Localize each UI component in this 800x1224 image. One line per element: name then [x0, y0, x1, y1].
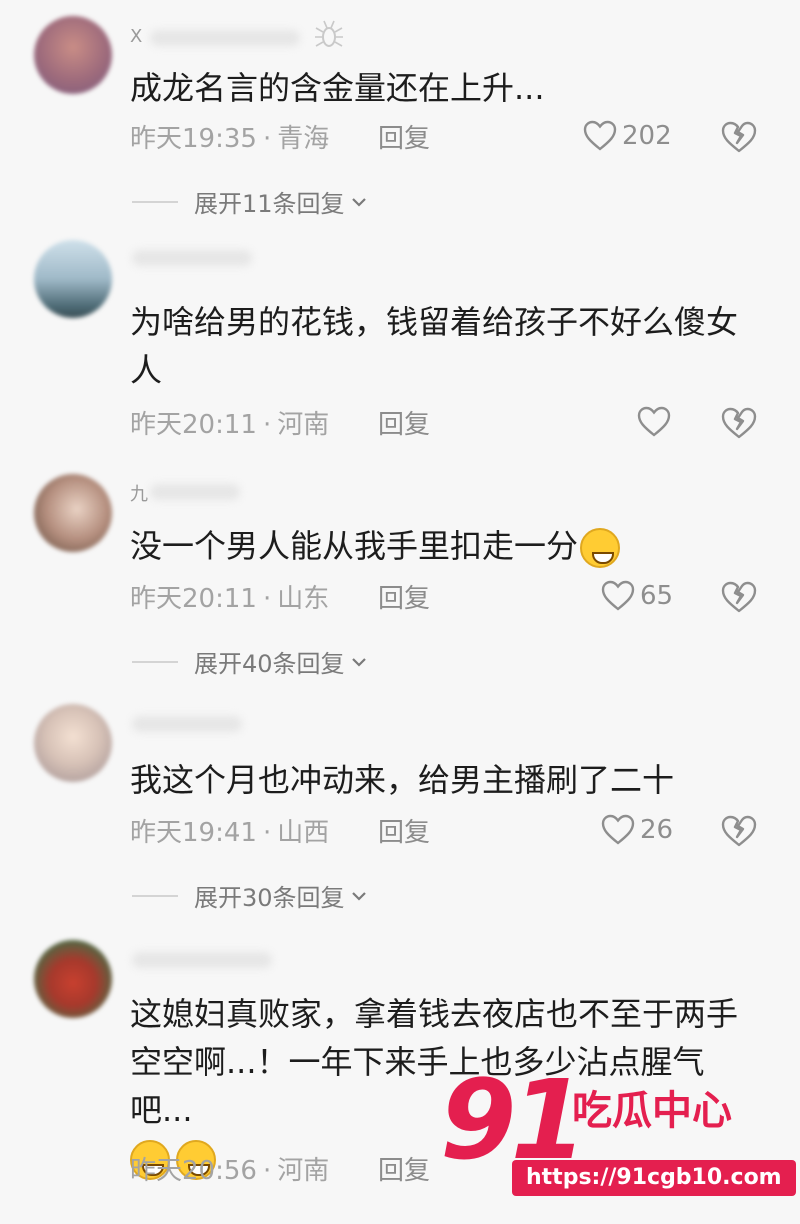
chevron-down-icon [351, 197, 366, 207]
expand-replies-button[interactable]: 展开40条回复 [132, 644, 369, 679]
like-count: 65 [640, 581, 674, 611]
reply-button[interactable]: 回复 [378, 1150, 430, 1187]
like-button[interactable]: 26 [600, 812, 673, 848]
comment-location: 河南 [277, 1156, 330, 1186]
expand-replies-label: 展开30条回复 [194, 884, 345, 912]
comment-text: 为啥给男的花钱，钱留着给孩子不好么傻女人 [130, 303, 739, 389]
dislike-button[interactable] [720, 404, 758, 446]
like-button[interactable]: 202 [582, 118, 672, 154]
like-button[interactable]: 65 [600, 578, 673, 614]
comment-meta: 昨天20:11 · 山东 回复 [130, 578, 430, 615]
comment-time: 昨天20:11 [130, 584, 257, 614]
reply-button[interactable]: 回复 [378, 578, 430, 615]
expand-replies-button[interactable]: 展开11条回复 [132, 184, 369, 219]
comment-location: 河南 [277, 410, 330, 440]
like-count: 202 [622, 121, 672, 151]
watermark-url: https://91cgb10.com [512, 1160, 796, 1196]
comment-time: 昨天20:11 [130, 410, 257, 440]
chevron-down-icon [351, 891, 366, 901]
separator: · [262, 584, 272, 614]
separator: · [262, 410, 272, 440]
laughing-crying-emoji-icon [580, 528, 621, 568]
comment-meta: 昨天20:11 · 河南 回复 [130, 404, 430, 441]
like-count: 26 [640, 815, 674, 845]
comment-meta: 昨天19:35 · 青海 回复 [130, 118, 430, 155]
comment-text-body: 没一个男人能从我手里扣走一分 [130, 527, 579, 565]
comment-time: 昨天19:41 [130, 818, 257, 848]
bug-icon [315, 20, 343, 47]
comment-time: 昨天20:56 [130, 1156, 257, 1186]
dislike-button[interactable] [720, 812, 758, 854]
comment-meta: 昨天20:56 · 河南 回复 [130, 1150, 430, 1187]
avatar[interactable] [34, 240, 112, 318]
heart-icon [637, 406, 671, 437]
site-watermark: 91 吃瓜中心 https://91cgb10.com [440, 1060, 800, 1220]
comment-text: 我这个月也冲动来，给男主播刷了二十 [130, 761, 675, 799]
separator: · [262, 124, 272, 154]
commenter-name[interactable]: X [130, 26, 143, 47]
blurred-name [150, 484, 240, 500]
dislike-button[interactable] [720, 578, 758, 620]
expand-replies-button[interactable]: 展开30条回复 [132, 878, 369, 913]
comment-meta: 昨天19:41 · 山西 回复 [130, 812, 430, 849]
broken-heart-icon [721, 581, 757, 613]
blurred-name [150, 30, 300, 46]
watermark-title: 吃瓜中心 [572, 1088, 732, 1134]
blurred-name [132, 716, 242, 732]
reply-button[interactable]: 回复 [378, 118, 430, 155]
blurred-name [132, 952, 272, 968]
avatar[interactable] [34, 16, 112, 94]
reply-button[interactable]: 回复 [378, 812, 430, 849]
broken-heart-icon [721, 407, 757, 439]
comment-text: 成龙名言的含金量还在上升... [130, 69, 545, 107]
separator: · [262, 818, 272, 848]
divider [132, 894, 178, 897]
blurred-name [132, 250, 252, 266]
comment-text: 没一个男人能从我手里扣走一分 [130, 522, 760, 570]
divider [132, 660, 178, 663]
divider [132, 200, 178, 203]
heart-icon [583, 120, 617, 151]
broken-heart-icon [721, 815, 757, 847]
commenter-name[interactable]: 九 [130, 480, 149, 506]
avatar[interactable] [34, 474, 112, 552]
chevron-down-icon [351, 657, 366, 667]
like-button[interactable] [636, 404, 676, 440]
expand-replies-label: 展开11条回复 [194, 190, 345, 218]
heart-icon [601, 580, 635, 611]
comment-location: 山东 [277, 584, 330, 614]
avatar[interactable] [34, 704, 112, 782]
reply-button[interactable]: 回复 [378, 404, 430, 441]
comment-time: 昨天19:35 [130, 124, 257, 154]
comment-location: 青海 [277, 124, 330, 154]
expand-replies-label: 展开40条回复 [194, 650, 345, 678]
broken-heart-icon [721, 121, 757, 153]
heart-icon [601, 814, 635, 845]
comment-location: 山西 [277, 818, 330, 848]
dislike-button[interactable] [720, 118, 758, 160]
separator: · [262, 1156, 272, 1186]
avatar[interactable] [34, 940, 112, 1018]
